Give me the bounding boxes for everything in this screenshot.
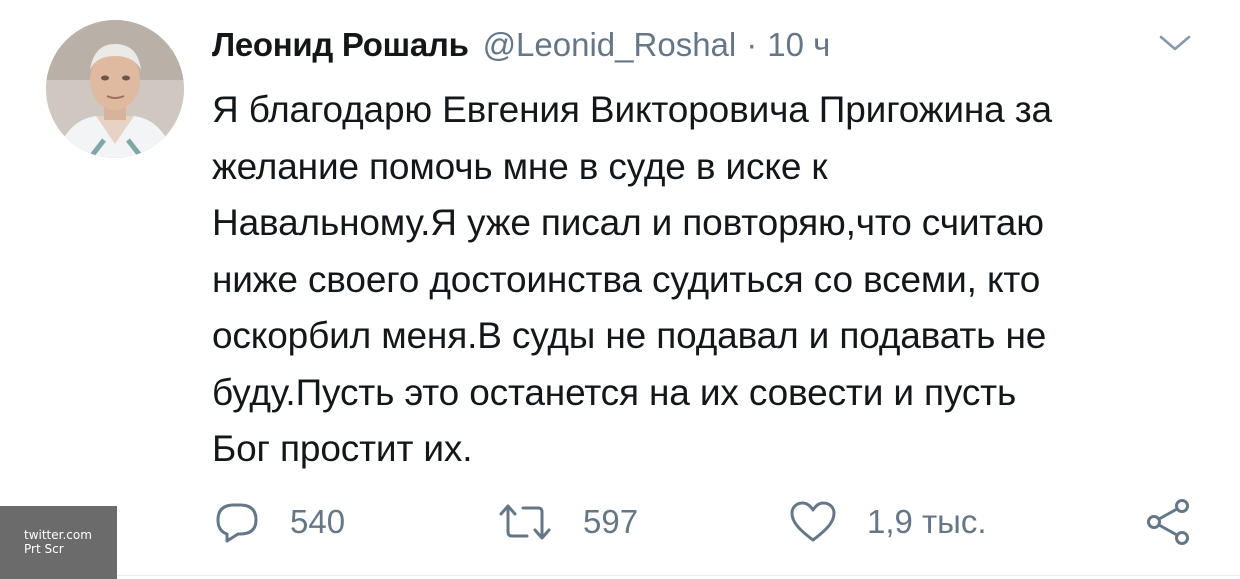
tweet-text-line: Бог простит их. — [212, 428, 473, 469]
share-icon — [1147, 499, 1189, 545]
watermark-label: Prt Scr — [24, 542, 64, 556]
tweet-actions: 540 597 1,9 тыс. — [0, 494, 1240, 550]
author-avatar[interactable] — [46, 20, 184, 158]
retweet-button[interactable]: 597 — [497, 494, 638, 550]
tweet-header: Леонид Рошаль @Leonid_Roshal · 10 ч — [212, 26, 830, 68]
tweet-text-line: ниже своего достоинства судиться со всем… — [212, 258, 1041, 300]
retweet-icon — [499, 504, 551, 540]
header-separator: · — [746, 26, 758, 63]
reply-icon — [216, 503, 258, 543]
tweet-text-line: буду.Пусть это останется на их совести и… — [212, 371, 1017, 413]
source-watermark: twitter.com Prt Scr — [0, 506, 117, 579]
retweet-count: 597 — [583, 503, 639, 540]
reply-count: 540 — [290, 503, 346, 540]
avatar-photo — [46, 20, 184, 158]
divider — [117, 575, 1240, 576]
tweet-card: Леонид Рошаль @Leonid_Roshal · 10 ч Я бл… — [0, 0, 1240, 579]
like-count: 1,9 тыс. — [867, 503, 987, 540]
chevron-down-icon — [1159, 35, 1191, 51]
tweet-text-line: оскорбил меня.В суды не подавал и подава… — [212, 315, 1047, 356]
reply-button[interactable]: 540 — [214, 494, 345, 550]
tweet-timestamp[interactable]: 10 ч — [767, 26, 830, 64]
tweet-text: Я благодарю Евгения Викторовича Пригожин… — [212, 82, 1212, 478]
author-name[interactable]: Леонид Рошаль — [212, 26, 469, 64]
more-options-button[interactable] — [1157, 32, 1193, 54]
author-handle[interactable]: @Leonid_Roshal — [483, 26, 737, 64]
heart-icon — [790, 501, 836, 542]
share-button[interactable] — [1142, 494, 1194, 550]
like-button[interactable]: 1,9 тыс. — [789, 494, 987, 550]
tweet-text-line: Я благодарю Евгения Викторовича Пригожин… — [212, 89, 1052, 130]
tweet-text-line: Навальному.Я уже писал и повторяю,что сч… — [212, 202, 1044, 243]
tweet-text-line: желание помочь мне в суде в иске к — [212, 145, 828, 187]
watermark-source: twitter.com — [24, 528, 92, 542]
